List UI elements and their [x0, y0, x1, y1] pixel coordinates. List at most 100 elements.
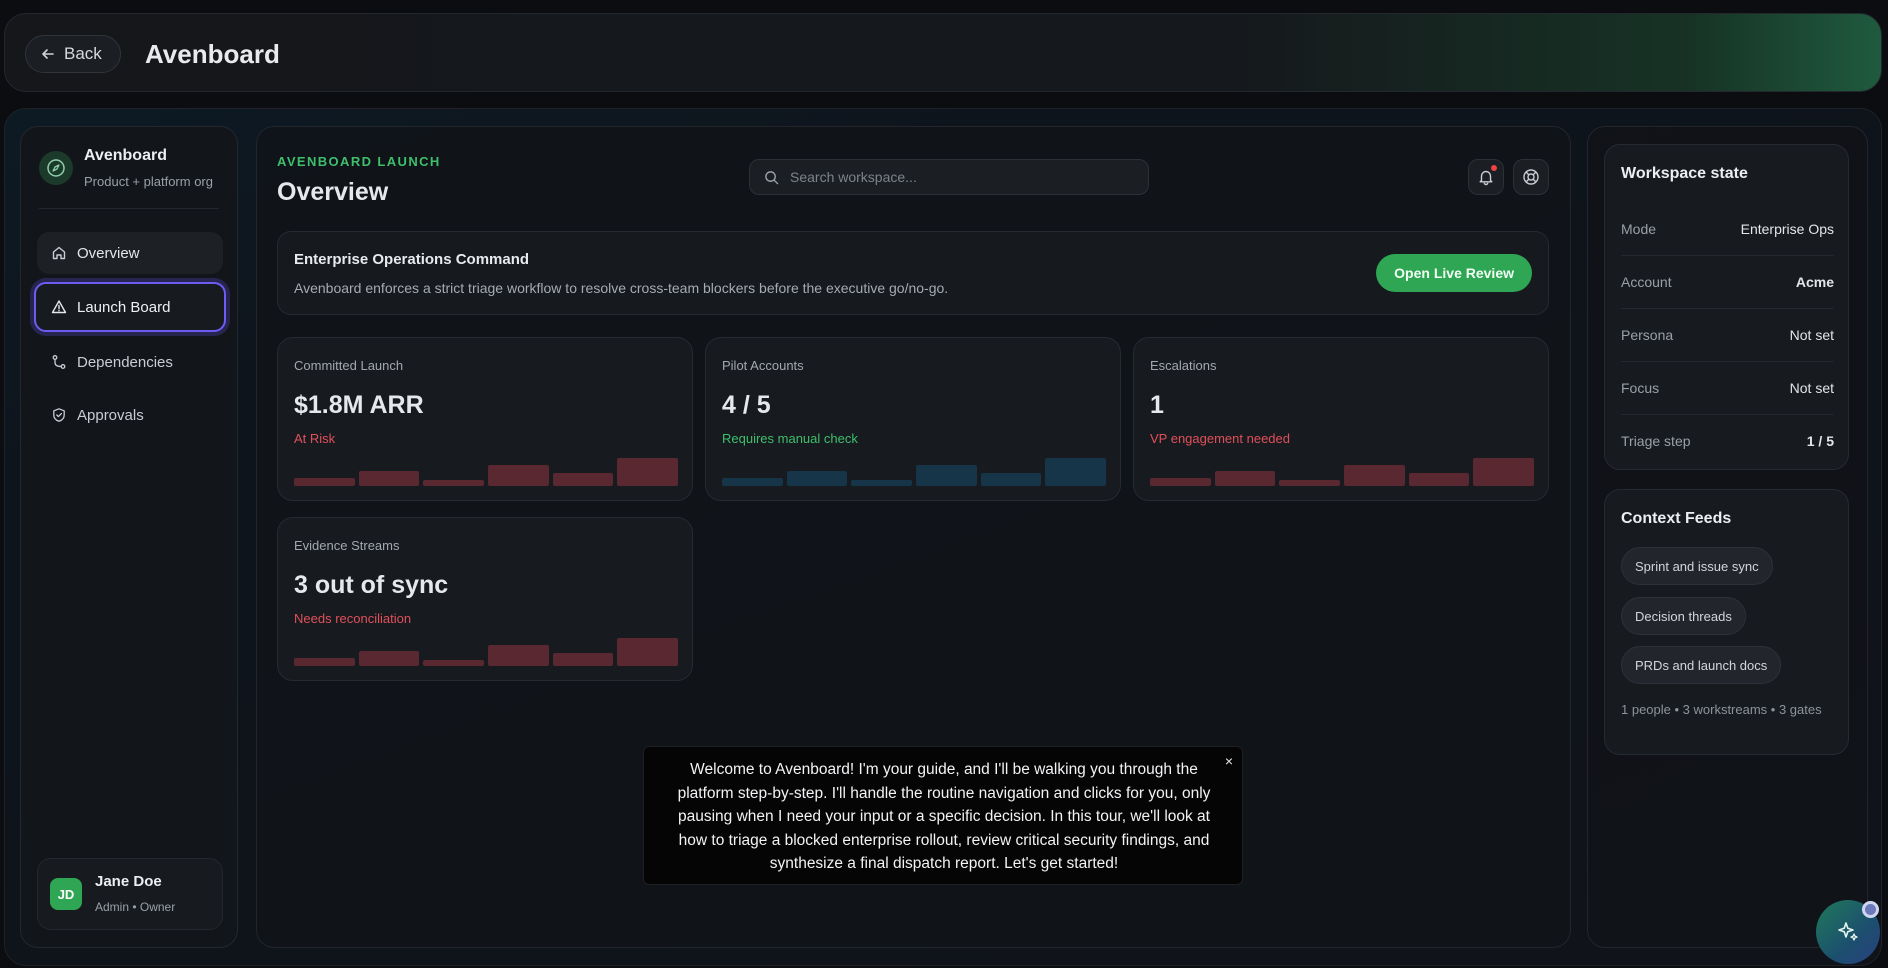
- sparkle-icon: [1835, 919, 1861, 945]
- help-button[interactable]: [1513, 159, 1549, 195]
- sidebar-item-approvals[interactable]: Approvals: [37, 394, 223, 436]
- sidebar-item-dependencies[interactable]: Dependencies: [37, 341, 223, 383]
- sparkline-bar: [1344, 465, 1405, 486]
- org-name: Avenboard: [84, 147, 167, 164]
- notification-dot: [1491, 165, 1497, 171]
- sparkline-bars: [722, 458, 1107, 486]
- row-value: Acme: [1795, 273, 1834, 290]
- sparkline-bar: [617, 458, 679, 486]
- sparkline-bar: [786, 470, 848, 486]
- sidebar: Avenboard Product + platform org Overvie…: [20, 126, 238, 948]
- search-icon: [764, 170, 779, 185]
- metric-card-committed-launch[interactable]: Committed Launch $1.8M ARR At Risk: [277, 337, 693, 501]
- sparkline-bar: [722, 477, 783, 486]
- arrow-left-icon: [41, 47, 55, 61]
- sparkline-bar: [916, 465, 977, 486]
- tour-popup: Welcome to Avenboard! I'm your guide, an…: [643, 746, 1243, 885]
- sparkline-bar: [1473, 458, 1535, 486]
- workspace-row-account: Account Acme: [1621, 255, 1834, 308]
- sparkline-bars: [294, 458, 679, 486]
- command-description: Avenboard enforces a strict triage workf…: [294, 280, 949, 296]
- app-title: Avenboard: [145, 39, 280, 69]
- close-icon[interactable]: ×: [1225, 753, 1233, 769]
- sparkline-bar: [1408, 473, 1470, 486]
- assistant-status-dot: [1862, 901, 1879, 918]
- sparkline-bars: [1150, 458, 1535, 486]
- row-key: Focus: [1621, 379, 1660, 396]
- avatar: JD: [50, 878, 82, 910]
- context-feeds-title: Context Feeds: [1621, 510, 1732, 527]
- context-summary: 1 people • 3 workstreams • 3 gates: [1621, 702, 1822, 717]
- sidebar-item-launch-board[interactable]: Launch Board: [34, 282, 226, 332]
- metric-status: VP engagement needed: [1150, 431, 1290, 446]
- metric-value: 1: [1150, 391, 1164, 419]
- sparkline-bar: [1214, 470, 1276, 486]
- sidebar-item-label: Launch Board: [77, 298, 171, 316]
- notifications-button[interactable]: [1468, 159, 1504, 195]
- search-bar[interactable]: [749, 159, 1149, 195]
- sparkline-bar: [980, 473, 1042, 486]
- feed-chip[interactable]: Sprint and issue sync: [1621, 547, 1773, 585]
- right-panel: Workspace state Mode Enterprise Ops Acco…: [1587, 126, 1868, 948]
- workspace-row-persona: Persona Not set: [1621, 308, 1834, 361]
- metric-value: 4 / 5: [722, 391, 771, 419]
- page-eyebrow: AVENBOARD LAUNCH: [277, 154, 441, 169]
- lifebuoy-icon: [1522, 168, 1540, 186]
- workspace-state-title: Workspace state: [1621, 165, 1748, 182]
- metric-status: At Risk: [294, 431, 336, 446]
- context-feeds-card: Context Feeds Sprint and issue sync Deci…: [1604, 489, 1849, 755]
- sidebar-item-label: Overview: [77, 244, 140, 262]
- row-value: 1 / 5: [1806, 432, 1834, 449]
- branch-icon: [51, 354, 67, 370]
- row-key: Mode: [1621, 220, 1657, 237]
- metric-card-escalations[interactable]: Escalations 1 VP engagement needed: [1133, 337, 1549, 501]
- command-title: Enterprise Operations Command: [294, 251, 530, 268]
- command-banner: Enterprise Operations Command Avenboard …: [277, 231, 1549, 315]
- back-button[interactable]: Back: [25, 35, 121, 73]
- warning-triangle-icon: [51, 299, 67, 315]
- user-role: Admin • Owner: [95, 900, 176, 914]
- row-value: Enterprise Ops: [1740, 220, 1834, 237]
- sidebar-item-label: Dependencies: [77, 353, 173, 371]
- metric-card-pilot-accounts[interactable]: Pilot Accounts 4 / 5 Requires manual che…: [705, 337, 1121, 501]
- row-key: Account: [1621, 273, 1672, 290]
- org-subtitle: Product + platform org: [84, 174, 213, 189]
- feed-chip[interactable]: PRDs and launch docs: [1621, 646, 1782, 684]
- search-input[interactable]: [790, 169, 1120, 185]
- sparkline-bar: [488, 465, 549, 486]
- user-card[interactable]: JD Jane Doe Admin • Owner: [37, 858, 223, 930]
- row-key: Persona: [1621, 326, 1674, 343]
- sparkline-bar: [423, 660, 485, 666]
- back-label: Back: [64, 44, 102, 63]
- compass-icon: [39, 151, 73, 185]
- page-title: Overview: [277, 178, 389, 206]
- metric-status: Requires manual check: [722, 431, 858, 446]
- sparkline-bar: [1150, 477, 1211, 486]
- open-live-review-button[interactable]: Open Live Review: [1376, 254, 1532, 292]
- tour-message: Welcome to Avenboard! I'm your guide, an…: [677, 761, 1211, 872]
- metric-card-evidence-streams[interactable]: Evidence Streams 3 out of sync Needs rec…: [277, 517, 693, 681]
- sparkline-bar: [1279, 480, 1341, 486]
- divider: [39, 208, 219, 209]
- workspace-row-focus: Focus Not set: [1621, 361, 1834, 414]
- sparkline-bar: [294, 657, 355, 666]
- sparkline-bar: [552, 473, 614, 486]
- shield-icon: [51, 407, 67, 423]
- row-value: Not set: [1789, 326, 1834, 343]
- metric-value: $1.8M ARR: [294, 391, 424, 419]
- row-key: Triage step: [1621, 432, 1691, 449]
- top-header: Back Avenboard: [4, 13, 1882, 92]
- metric-status: Needs reconciliation: [294, 611, 412, 626]
- metric-label: Pilot Accounts: [722, 358, 804, 373]
- feed-chip[interactable]: Decision threads: [1621, 597, 1746, 635]
- sparkline-bar: [552, 653, 614, 666]
- row-value: Not set: [1789, 379, 1834, 396]
- workspace-row-triage-step: Triage step 1 / 5: [1621, 414, 1834, 467]
- sparkline-bar: [851, 480, 913, 486]
- metric-label: Committed Launch: [294, 358, 404, 373]
- metric-value: 3 out of sync: [294, 571, 449, 599]
- home-icon: [51, 245, 67, 261]
- sparkline-bar: [294, 477, 355, 486]
- sidebar-item-overview[interactable]: Overview: [37, 232, 223, 274]
- sparkline-bar: [358, 650, 420, 666]
